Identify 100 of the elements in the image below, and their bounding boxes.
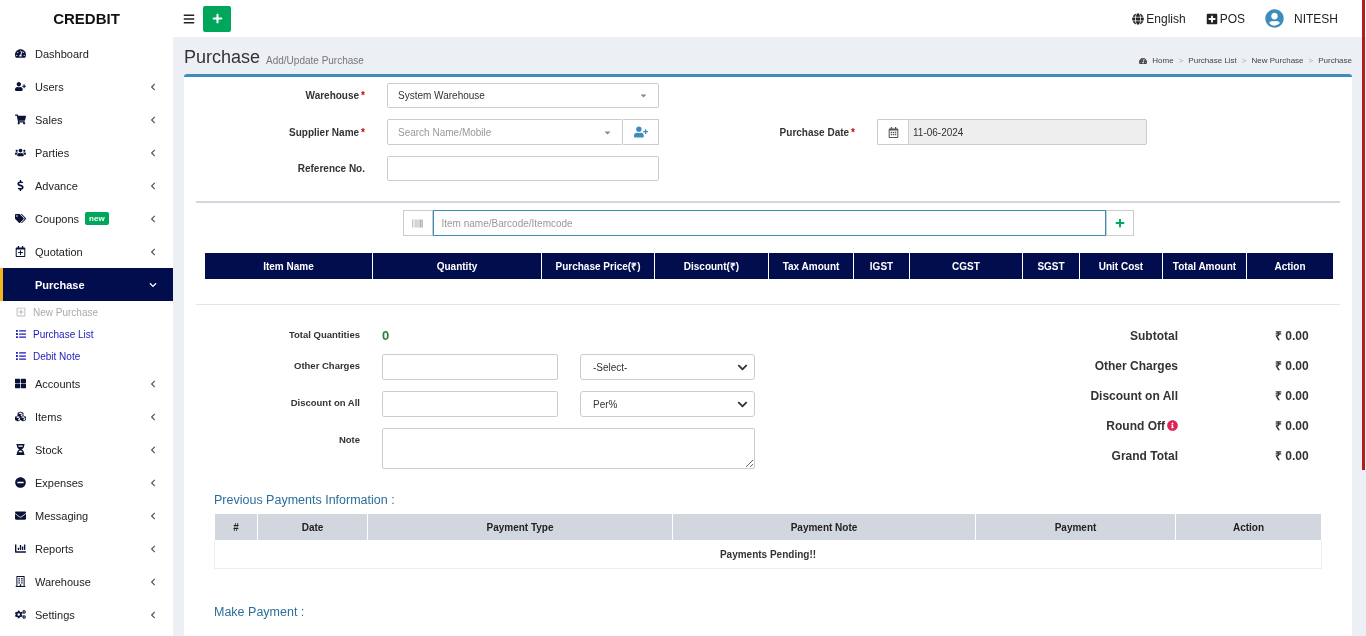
column-header: SGST (1022, 252, 1080, 280)
input-field[interactable] (382, 391, 558, 417)
total-value: ₹ 0.00 (1274, 388, 1310, 404)
note-field[interactable] (382, 428, 755, 469)
empty-message: Payments Pending!! (214, 540, 1322, 569)
column-header: Tax Amount (768, 252, 854, 280)
sidebar-label: Stock (35, 443, 63, 456)
sidebar-item[interactable]: Parties (0, 136, 173, 169)
field-label: Supplier Name * (288, 126, 365, 138)
sidebar-item[interactable]: Users (0, 70, 173, 103)
cart-icon (15, 114, 29, 125)
sidebar-item[interactable]: Coupons new (0, 202, 173, 235)
total-label-text: Grand Total (1111, 448, 1178, 463)
calendar-icon (877, 119, 908, 145)
column-header: Total Amount (1162, 252, 1247, 280)
total-value: ₹ 0.00 (1274, 448, 1310, 464)
users-icon (15, 147, 29, 158)
column-header: Payment Note (672, 513, 976, 541)
breadcrumb-link[interactable]: Purchase List (1188, 56, 1237, 65)
breadcrumb-link[interactable]: Home (1152, 56, 1174, 65)
add-button[interactable] (203, 5, 231, 32)
warehouse-select[interactable]: System Warehouse (387, 83, 659, 108)
sidebar-item[interactable]: Accounts (0, 367, 173, 400)
column-header: Purchase Price(₹) (541, 252, 655, 280)
sidebar-label: Sales (35, 113, 63, 126)
sidebar-label: Quotation (35, 245, 83, 258)
column-header: IGST (853, 252, 910, 280)
section-title: Previous Payments Information : (213, 493, 396, 507)
dropdown[interactable]: -Select- (580, 354, 755, 380)
globe-icon (1132, 12, 1145, 25)
column-header: Discount(₹) (654, 252, 769, 280)
plus-icon (211, 13, 223, 24)
avatar-icon (1265, 9, 1284, 28)
sidebar-item[interactable]: Purchase (0, 268, 173, 301)
sidebar-item[interactable]: Sales (0, 103, 173, 136)
breadcrumb-link[interactable]: Purchase (1318, 56, 1352, 65)
column-header: Item Name (204, 252, 373, 280)
input-field[interactable] (387, 156, 659, 181)
list-icon (16, 329, 26, 339)
sidebar-label: Accounts (35, 377, 81, 390)
tags-icon (15, 213, 29, 224)
menu-icon[interactable] (183, 12, 195, 25)
pos-button[interactable]: POS (1205, 11, 1245, 26)
sidebar-label: Settings (35, 608, 75, 621)
sidebar-label: Items (35, 410, 62, 423)
plus-icon (1114, 218, 1125, 228)
total-label-text: Round Off (1106, 418, 1165, 433)
sidebar-item[interactable]: Items (0, 400, 173, 433)
grid-icon (15, 378, 29, 389)
column-header: Action (1246, 252, 1334, 280)
sidebar-label: Expenses (35, 476, 84, 489)
submenu-item[interactable]: Purchase List (0, 323, 173, 345)
column-header: Action (1175, 513, 1322, 541)
input-field[interactable] (382, 354, 558, 380)
sidebar-item[interactable]: Messaging (0, 499, 173, 532)
column-header: Quantity (372, 252, 542, 280)
sidebar-item[interactable]: Advance (0, 169, 173, 202)
sidebar-label: Purchase (35, 278, 85, 291)
user-plus-icon (15, 81, 29, 92)
sidebar-label: Dashboard (35, 47, 89, 60)
sidebar-item[interactable]: Dashboard (0, 37, 173, 70)
list-icon (16, 351, 26, 361)
total-value: ₹ 0.00 (1274, 328, 1310, 344)
column-header: Payment (975, 513, 1176, 541)
total-label-text: Other Charges (1094, 358, 1178, 373)
column-header: Payment Type (367, 513, 673, 541)
field-label: Warehouse * (304, 90, 365, 101)
add-item-button[interactable] (1105, 210, 1134, 236)
user-plus-icon (633, 125, 648, 139)
sidebar-label: Users (35, 80, 64, 93)
sidebar-item[interactable]: Settings (0, 598, 173, 631)
breadcrumb-link[interactable]: New Purchase (1251, 56, 1304, 65)
column-header: Date (257, 513, 368, 541)
column-header: Unit Cost (1079, 252, 1163, 280)
sidebar-item[interactable]: Expenses (0, 466, 173, 499)
sidebar-label: Coupons (35, 212, 80, 225)
sidebar-item[interactable]: Reports (0, 532, 173, 565)
bar-chart-icon (15, 543, 29, 554)
page-subtitle: Add/Update Purchase (266, 55, 364, 66)
field-label: Reference No. (296, 163, 365, 174)
sidebar-item[interactable]: Quotation (0, 235, 173, 268)
field-label: Total Quantities (287, 328, 360, 340)
caret-icon (639, 91, 648, 100)
dropdown[interactable]: Per% (580, 391, 755, 417)
sidebar-label: Messaging (35, 509, 89, 522)
item-search-field[interactable]: Item name/Barcode/Itemcode (432, 210, 1106, 236)
submenu-item[interactable]: Debit Note (0, 345, 173, 367)
field-label: Note (337, 433, 360, 445)
sidebar-label: Reports (35, 542, 74, 555)
language-button[interactable]: English (1132, 11, 1186, 26)
sidebar-label: Advance (35, 179, 78, 192)
section-title: Make Payment : (213, 605, 306, 619)
user-menu[interactable]: NITESH (1265, 9, 1338, 28)
sidebar-item[interactable]: Warehouse (0, 565, 173, 598)
sidebar-item[interactable]: Stock (0, 433, 173, 466)
field-label: Discount on All (289, 396, 360, 408)
add-supplier-button[interactable] (623, 119, 659, 145)
sidebar-label: Warehouse (35, 575, 91, 588)
total-label-text: Discount on All (1090, 388, 1178, 403)
new-badge: new (85, 212, 109, 225)
